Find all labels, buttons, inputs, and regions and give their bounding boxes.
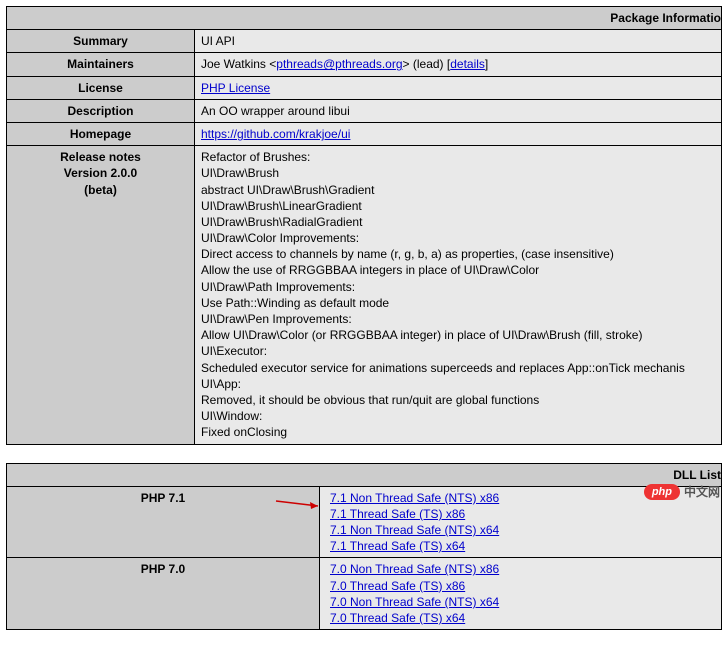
php-badge-icon: php [644,484,680,500]
maintainer-after: ] [485,57,488,71]
table-row: PHP 7.0 7.0 Non Thread Safe (NTS) x86 7.… [7,558,722,630]
row-value: PHP License [195,76,722,99]
dll-link[interactable]: 7.1 Thread Safe (TS) x64 [330,539,465,553]
dll-link[interactable]: 7.1 Thread Safe (TS) x86 [330,507,465,521]
table-row: License PHP License [7,76,722,99]
row-label: Description [7,99,195,122]
package-info-header: Package Informatio [7,7,722,30]
row-value: UI API [195,30,722,53]
row-label: Summary [7,30,195,53]
dll-link[interactable]: 7.1 Non Thread Safe (NTS) x64 [330,523,499,537]
watermark-text: 中文网 [684,483,720,500]
table-row: PHP 7.1 7.1 Non Thread Safe (NTS) x86 7.… [7,486,722,558]
table-row: Homepage https://github.com/krakjoe/ui [7,122,722,145]
maintainer-email-link[interactable]: pthreads@pthreads.org [276,57,402,71]
table-row: Release notes Version 2.0.0 (beta) Refac… [7,146,722,444]
row-label: License [7,76,195,99]
maintainer-prefix: Joe Watkins < [201,57,276,71]
maintainer-suffix: > (lead) [ [403,57,451,71]
row-value: Joe Watkins <pthreads@pthreads.org> (lea… [195,53,722,76]
row-value: https://github.com/krakjoe/ui [195,122,722,145]
table-row: Summary UI API [7,30,722,53]
row-value: An OO wrapper around libui [195,99,722,122]
dll-link[interactable]: 7.0 Thread Safe (TS) x86 [330,579,465,593]
php-version-label: PHP 7.1 [7,486,320,558]
package-info-table: Package Informatio Summary UI API Mainta… [6,6,722,445]
dll-list-header: DLL List [7,463,722,486]
dll-link[interactable]: 7.0 Thread Safe (TS) x64 [330,611,465,625]
maintainer-details-link[interactable]: details [450,57,485,71]
license-link[interactable]: PHP License [201,81,270,95]
table-row: Maintainers Joe Watkins <pthreads@pthrea… [7,53,722,76]
php-version-label: PHP 7.0 [7,558,320,630]
row-label: Release notes Version 2.0.0 (beta) [7,146,195,444]
dll-link[interactable]: 7.0 Non Thread Safe (NTS) x64 [330,595,499,609]
row-label: Homepage [7,122,195,145]
dll-links-cell: 7.0 Non Thread Safe (NTS) x86 7.0 Thread… [320,558,722,630]
dll-link[interactable]: 7.0 Non Thread Safe (NTS) x86 [330,562,499,576]
homepage-link[interactable]: https://github.com/krakjoe/ui [201,127,350,141]
release-notes-value: Refactor of Brushes: UI\Draw\Brush abstr… [195,146,722,444]
row-label: Maintainers [7,53,195,76]
dll-list-table: DLL List PHP 7.1 7.1 Non Thread Safe (NT… [6,463,722,631]
watermark: php 中文网 [644,483,720,500]
table-row: Description An OO wrapper around libui [7,99,722,122]
dll-link[interactable]: 7.1 Non Thread Safe (NTS) x86 [330,491,499,505]
